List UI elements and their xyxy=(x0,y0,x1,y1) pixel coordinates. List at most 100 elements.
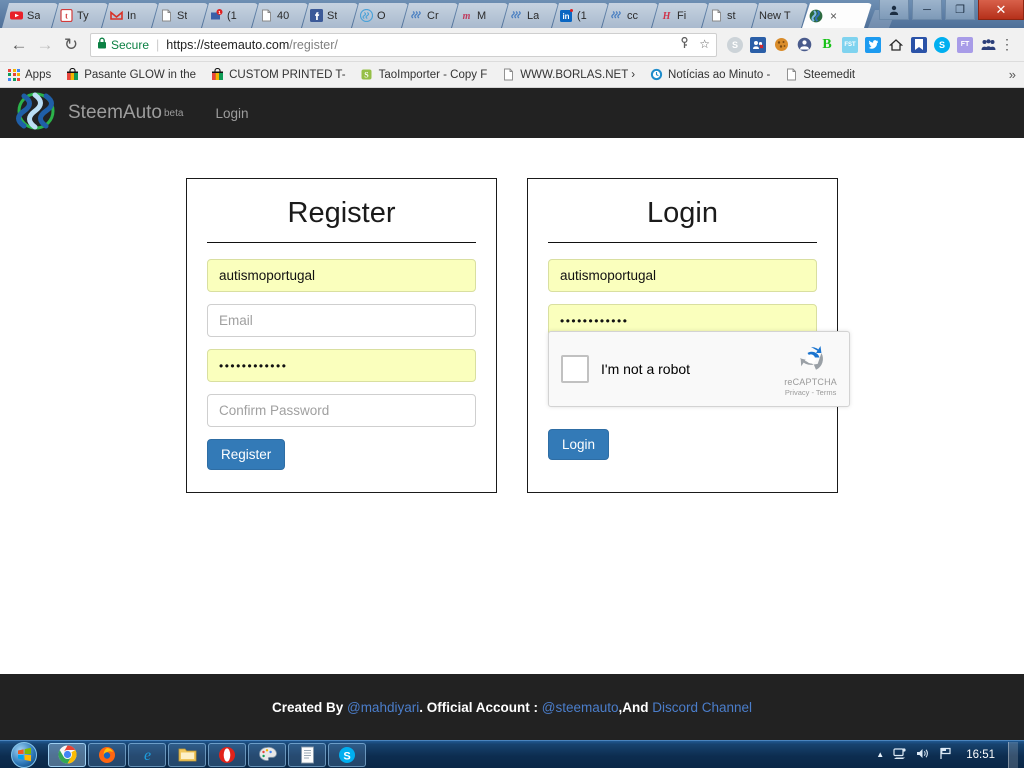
bookmark-item[interactable]: CUSTOM PRINTED T- xyxy=(210,68,346,82)
notepad-taskbar-icon[interactable] xyxy=(288,742,326,767)
steem-icon xyxy=(609,9,623,23)
browser-tab[interactable]: In xyxy=(102,3,158,28)
tab-label: M xyxy=(477,9,487,22)
browser-tab[interactable]: H Fi xyxy=(652,3,708,28)
close-window-button[interactable]: ✕ xyxy=(978,0,1024,20)
firefox-taskbar-icon[interactable] xyxy=(88,742,126,767)
bookmark-item[interactable]: Notícias ao Minuto - xyxy=(649,68,770,82)
browser-tab[interactable]: Sa xyxy=(2,3,58,28)
register-title: Register xyxy=(287,197,396,229)
key-icon[interactable] xyxy=(679,36,690,52)
recaptcha-checkbox[interactable] xyxy=(561,355,589,383)
browser-tab[interactable]: New T xyxy=(752,3,808,28)
login-submit-button[interactable]: Login xyxy=(548,429,610,460)
minimize-button[interactable]: ─ xyxy=(912,0,942,20)
skype-ext-icon[interactable]: S xyxy=(934,36,950,53)
footer-created-by: Created By xyxy=(271,699,347,715)
bookmark-label: Pasante GLOW in the xyxy=(84,68,197,81)
recaptcha-widget[interactable]: I'm not a robot reCAPTCHA Privacy - Term… xyxy=(548,331,850,407)
taskbar-clock[interactable]: 16:51 xyxy=(962,749,999,761)
tab-label: 40 xyxy=(277,9,290,22)
recaptcha-terms-link[interactable]: Privacy - Terms xyxy=(784,388,837,397)
browser-toolbar: ← → ↻ Secure | https://steemauto.com/reg… xyxy=(0,28,1024,62)
home-ext-icon[interactable] xyxy=(888,37,904,53)
browser-tab[interactable]: 40 xyxy=(252,3,308,28)
browser-tab[interactable]: t Ty xyxy=(52,3,108,28)
register-password-input[interactable]: •••••••••••• xyxy=(207,349,476,382)
address-bar[interactable]: Secure | https://steemauto.com/register/… xyxy=(90,32,717,57)
network-icon[interactable] xyxy=(893,747,907,763)
bookmark-item[interactable]: WWW.BORLAS.NET › xyxy=(501,68,635,82)
register-submit-button[interactable]: Register xyxy=(207,439,286,470)
steem-icon xyxy=(509,9,523,23)
browser-tab[interactable]: cc xyxy=(602,3,658,28)
paint-taskbar-icon[interactable] xyxy=(248,742,286,767)
tab-strip: Sa t Ty In St 1 (1 40 St O Cr m M La in … xyxy=(0,0,1024,28)
browser-tab[interactable]: Cr xyxy=(402,3,458,28)
browser-tab[interactable]: St xyxy=(152,3,208,28)
volume-icon[interactable] xyxy=(916,747,930,763)
login-title: Login xyxy=(647,197,718,229)
bookmarks-overflow-button[interactable]: » xyxy=(1009,67,1016,82)
skype-taskbar-icon[interactable]: S xyxy=(328,742,366,767)
youtube-icon xyxy=(9,9,23,23)
contacts-ext-icon[interactable] xyxy=(750,36,766,53)
apps-shortcut[interactable]: Apps xyxy=(8,68,51,81)
reload-button[interactable]: ↻ xyxy=(58,32,84,58)
footer-account-link[interactable]: @steemauto xyxy=(542,700,619,715)
bookmark-label: Steemedit xyxy=(803,68,856,81)
maximize-button[interactable]: ❐ xyxy=(945,0,975,20)
browser-tab[interactable]: st xyxy=(702,3,758,28)
browser-tab-active[interactable]: × xyxy=(802,3,872,28)
fst-ext-icon[interactable]: FST xyxy=(842,36,858,53)
flag-icon[interactable] xyxy=(939,747,953,763)
footer-and-text: ,And xyxy=(618,699,653,715)
skype-gray-ext-icon[interactable]: S xyxy=(727,36,743,53)
document-icon xyxy=(784,68,798,82)
chrome-taskbar-icon[interactable] xyxy=(48,742,86,767)
register-confirm-password-input[interactable]: Confirm Password xyxy=(207,394,476,427)
chrome-menu-button[interactable]: ⋮ xyxy=(996,36,1018,53)
bookmark-item[interactable]: Pasante GLOW in the xyxy=(65,68,196,82)
group-ext-icon[interactable] xyxy=(980,37,996,53)
bookmark-item[interactable]: Steemedit xyxy=(784,68,855,82)
bookmark-ext-icon[interactable] xyxy=(911,36,927,53)
nav-item-login[interactable]: Login xyxy=(215,106,248,121)
browser-tab[interactable]: in (1 xyxy=(552,3,608,28)
footer-middle-text: . Official Account : xyxy=(419,699,542,715)
bitcoin-b-ext-icon[interactable]: B xyxy=(819,37,835,53)
tray-expand-button[interactable]: ▲ xyxy=(876,750,884,759)
apps-grid-icon xyxy=(8,68,20,81)
start-button[interactable] xyxy=(0,741,48,768)
opera-taskbar-icon[interactable] xyxy=(208,742,246,767)
browser-tab[interactable]: O xyxy=(352,3,408,28)
register-username-input[interactable]: autismoportugal xyxy=(207,259,476,292)
browser-tab[interactable]: St xyxy=(302,3,358,28)
tab-label: (1 xyxy=(577,9,587,22)
browser-tab[interactable]: 1 (1 xyxy=(202,3,258,28)
windows-explorer-taskbar-icon[interactable] xyxy=(168,742,206,767)
internet-explorer-taskbar-icon[interactable]: e xyxy=(128,742,166,767)
cookie-ext-icon[interactable] xyxy=(773,37,789,53)
register-email-input[interactable]: Email xyxy=(207,304,476,337)
avatar-ext-icon[interactable] xyxy=(796,37,812,53)
lock-icon xyxy=(97,37,107,52)
back-button[interactable]: ← xyxy=(6,32,32,58)
user-profile-button[interactable] xyxy=(879,0,909,20)
ft-ext-icon[interactable]: FT xyxy=(957,36,973,53)
browser-tab[interactable]: La xyxy=(502,3,558,28)
shopify-icon: S xyxy=(360,68,374,82)
forward-button[interactable]: → xyxy=(32,32,58,58)
show-desktop-button[interactable] xyxy=(1008,741,1018,768)
login-username-input[interactable]: autismoportugal xyxy=(548,259,817,292)
browser-tab[interactable]: m M xyxy=(452,3,508,28)
gmail-icon xyxy=(109,9,123,23)
secure-label: Secure xyxy=(111,37,150,52)
footer-discord-link[interactable]: Discord Channel xyxy=(652,700,752,715)
bookmark-star-icon[interactable]: ☆ xyxy=(699,37,710,52)
tab-close-icon[interactable]: × xyxy=(830,9,837,23)
footer-author-link[interactable]: @mahdiyari xyxy=(347,700,419,715)
twitter-ext-icon[interactable] xyxy=(865,36,881,53)
brand[interactable]: SteemAuto beta xyxy=(14,91,183,136)
bookmark-item[interactable]: S TaoImporter - Copy F xyxy=(360,68,487,82)
